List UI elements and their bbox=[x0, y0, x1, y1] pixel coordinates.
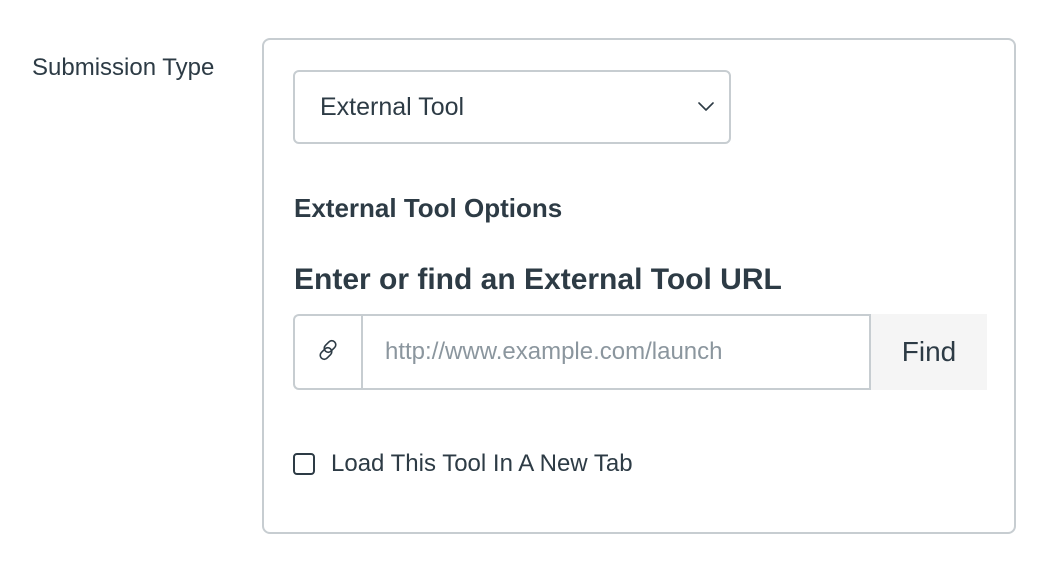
submission-type-label: Submission Type bbox=[32, 54, 215, 81]
external-tool-options-heading: External Tool Options bbox=[294, 193, 563, 223]
new-tab-checkbox[interactable] bbox=[293, 453, 315, 475]
new-tab-checkbox-row[interactable]: Load This Tool In A New Tab bbox=[293, 450, 633, 478]
external-tool-url-input[interactable] bbox=[361, 314, 871, 390]
link-icon bbox=[315, 337, 341, 368]
chevron-down-icon bbox=[697, 98, 715, 116]
find-button[interactable]: Find bbox=[871, 314, 987, 390]
external-tool-url-group: Find bbox=[293, 314, 987, 390]
submission-type-select[interactable]: External Tool bbox=[293, 70, 731, 144]
new-tab-checkbox-label[interactable]: Load This Tool In A New Tab bbox=[331, 450, 633, 478]
submission-type-selected-value: External Tool bbox=[320, 92, 465, 121]
external-tool-url-heading: Enter or find an External Tool URL bbox=[294, 263, 782, 296]
url-prefix bbox=[293, 314, 361, 390]
